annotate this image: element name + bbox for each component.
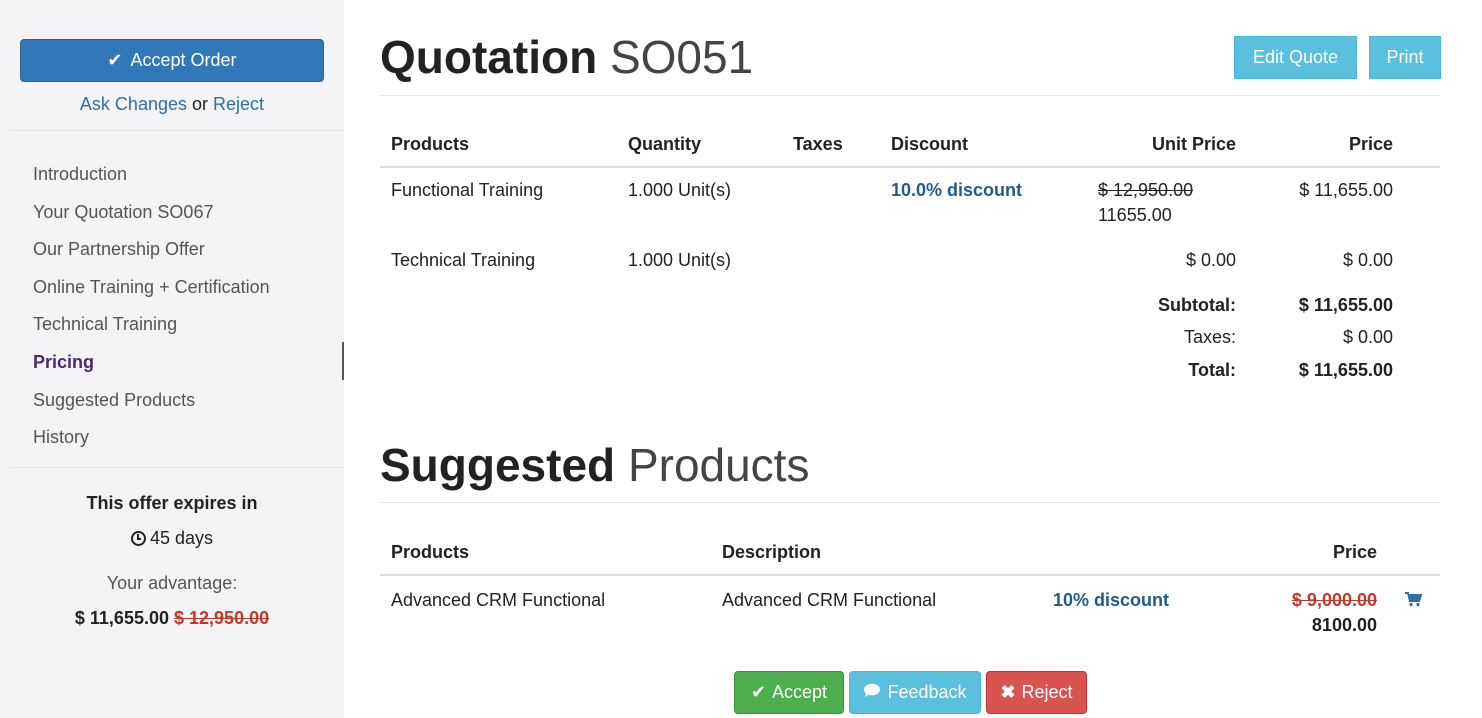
suggested-divider (380, 502, 1440, 503)
cell-price-old: $ 9,000.00 (1291, 590, 1377, 610)
accept-order-label: Accept Order (130, 50, 237, 70)
nav-item-suggested-products[interactable]: Suggested Products (33, 388, 270, 426)
cell-discount: 10.0% discount (891, 180, 1023, 200)
cell-description: Advanced CRM Functional (722, 590, 937, 610)
cart-icon[interactable] (1404, 591, 1423, 612)
col-quantity: Quantity (628, 134, 702, 154)
title-divider (380, 95, 1440, 96)
suggested-title: Suggested Products (380, 438, 809, 492)
total-label: Total: (1188, 360, 1236, 380)
cell-product: Advanced CRM Functional (391, 590, 606, 610)
ask-changes-line: Ask Changes or Reject (0, 94, 344, 115)
col-price: Price (1348, 134, 1393, 154)
expires-days: 45 days (0, 528, 344, 549)
nav-item-your-quotation[interactable]: Your Quotation SO067 (33, 200, 270, 238)
check-icon: ✔ (750, 682, 767, 702)
taxes-value: $ 0.00 (1342, 327, 1393, 347)
cell-price: $ 11,655.00 (1299, 180, 1393, 200)
cell-unit-price: $ 0.00 (1185, 250, 1236, 270)
print-button[interactable]: Print (1369, 36, 1441, 79)
suggested-title-bold: Suggested (380, 439, 616, 491)
cell-quantity: 1.000 Unit(s) (628, 250, 732, 270)
taxes-label: Taxes: (1183, 327, 1236, 347)
col-unit-price: Unit Price (1151, 134, 1236, 154)
cell-price: 8100.00 (1311, 615, 1377, 635)
cell-unit-price: 11655.00 (1098, 205, 1172, 225)
cell-price: $ 0.00 (1342, 250, 1393, 270)
page-title-number: SO051 (609, 31, 754, 83)
cell-quantity: 1.000 Unit(s) (628, 180, 732, 200)
quotation-table: Products Quantity Taxes Discount Unit Pr… (380, 125, 1440, 395)
subtotal-value: $ 11,655.00 (1298, 295, 1393, 315)
cell-discount: 10% discount (1053, 590, 1170, 610)
sidebar-divider (10, 467, 344, 468)
advantage-old-price: $ 12,950.00 (174, 608, 270, 628)
nav-item-introduction[interactable]: Introduction (33, 162, 270, 200)
clock-icon (130, 531, 146, 546)
cell-product: Functional Training (391, 180, 544, 200)
header-divider (380, 166, 1440, 168)
cell-unit-price-old: $ 12,950.00 (1098, 180, 1194, 200)
close-icon: ✖ (1000, 682, 1016, 702)
nav-item-technical-training[interactable]: Technical Training (33, 312, 270, 350)
advantage-price: $ 11,655.00 (74, 608, 169, 628)
expires-title: This offer expires in (86, 493, 258, 513)
feedback-label: Feedback (887, 682, 967, 702)
nav-item-pricing[interactable]: Pricing (33, 350, 270, 388)
col-discount: Discount (891, 134, 969, 154)
expires-days-value: 45 days (149, 528, 214, 548)
accept-label: Accept (772, 682, 828, 702)
col-products: Products (391, 542, 470, 562)
accept-button[interactable]: ✔ Accept (734, 671, 844, 714)
nav-item-online-training[interactable]: Online Training + Certification (33, 275, 270, 313)
check-icon: ✔ (107, 50, 123, 70)
suggested-title-rest: Products (627, 439, 810, 491)
ask-changes-link[interactable]: Ask Changes (80, 94, 187, 114)
sidebar-nav: Introduction Your Quotation SO067 Our Pa… (33, 162, 270, 463)
header-divider (380, 574, 1440, 576)
active-nav-marker (342, 342, 344, 380)
col-taxes: Taxes (793, 134, 843, 154)
feedback-button[interactable]: Feedback (849, 671, 981, 714)
comment-icon (863, 682, 881, 703)
nav-item-partnership-offer[interactable]: Our Partnership Offer (33, 237, 270, 275)
advantage-label: Your advantage: (106, 573, 238, 593)
suggested-table: Products Description Price Advanced CRM … (380, 533, 1440, 643)
nav-item-history[interactable]: History (33, 425, 270, 463)
subtotal-label: Subtotal: (1158, 295, 1236, 315)
advantage-values: $ 11,655.00 $ 12,950.00 (0, 608, 344, 629)
col-price: Price (1332, 542, 1377, 562)
reject-link[interactable]: Reject (213, 94, 264, 114)
reject-button[interactable]: ✖ Reject (986, 671, 1087, 714)
edit-quote-button[interactable]: Edit Quote (1234, 36, 1357, 79)
reject-label: Reject (1021, 682, 1073, 702)
total-value: $ 11,655.00 (1298, 360, 1393, 380)
col-products: Products (391, 134, 470, 154)
sidebar: ✔ Accept Order Ask Changes or Reject Int… (0, 0, 344, 718)
col-description: Description (722, 542, 822, 562)
page-title: Quotation SO051 (380, 30, 753, 84)
cell-product: Technical Training (391, 250, 536, 270)
page-title-bold: Quotation (380, 31, 598, 83)
sidebar-divider (10, 130, 344, 131)
or-text: or (192, 94, 209, 114)
accept-order-button[interactable]: ✔ Accept Order (20, 39, 324, 82)
